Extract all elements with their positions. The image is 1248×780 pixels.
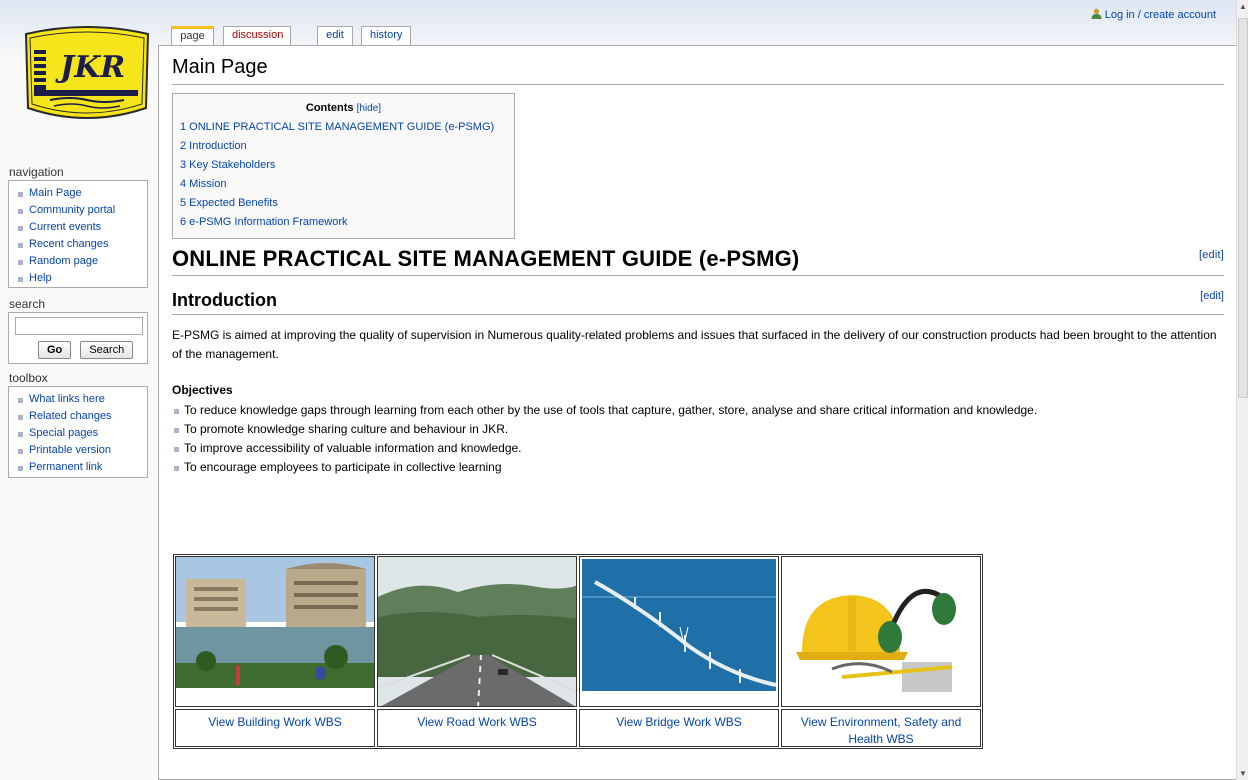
- toc-item[interactable]: 2 Introduction: [180, 140, 247, 152]
- main-content: Main Page Contents [hide] 1 ONLINE PRACT…: [158, 45, 1236, 780]
- scroll-down-arrow-icon[interactable]: ▼: [1239, 769, 1247, 778]
- section-heading-epsmg: ONLINE PRACTICAL SITE MANAGEMENT GUIDE (…: [172, 245, 1224, 276]
- go-button[interactable]: Go: [38, 341, 72, 359]
- road-work-wbs-link[interactable]: View Road Work WBS: [417, 715, 537, 729]
- table-of-contents: Contents [hide] 1 ONLINE PRACTICAL SITE …: [172, 93, 515, 239]
- wbs-image-row: [174, 555, 982, 708]
- toc-item[interactable]: 3 Key Stakeholders: [180, 159, 275, 171]
- list-item: To promote knowledge sharing culture and…: [172, 420, 1224, 439]
- scroll-up-arrow-icon[interactable]: ▲: [1239, 2, 1247, 11]
- toolbox-what-links-here[interactable]: What links here: [17, 391, 147, 408]
- user-icon: [1091, 8, 1102, 19]
- toolbox-printable-version[interactable]: Printable version: [17, 442, 147, 459]
- section-heading-introduction: Introduction [edit]: [172, 288, 1224, 315]
- nav-item-label[interactable]: Recent changes: [29, 238, 109, 250]
- navigation-heading: navigation: [9, 165, 64, 179]
- toc-item[interactable]: 5 Expected Benefits: [180, 197, 278, 209]
- personal-tools: Log in / create account: [1091, 8, 1216, 21]
- search-heading: search: [9, 297, 46, 311]
- objectives-heading: Objectives: [172, 383, 233, 397]
- nav-item-recent-changes[interactable]: Recent changes: [17, 236, 147, 253]
- toolbox-item-label[interactable]: Permanent link: [29, 461, 102, 473]
- nav-item-main-page[interactable]: Main Page: [17, 185, 147, 202]
- nav-item-label[interactable]: Random page: [29, 255, 98, 267]
- search-button[interactable]: Search: [80, 341, 134, 359]
- tab-discussion[interactable]: discussion: [223, 26, 291, 45]
- nav-item-help[interactable]: Help: [17, 270, 147, 287]
- logo-text: JKR: [60, 50, 126, 85]
- nav-item-label[interactable]: Help: [29, 272, 52, 284]
- environment-safety-image[interactable]: [781, 556, 981, 707]
- nav-item-label[interactable]: Community portal: [29, 204, 115, 216]
- nav-item-current-events[interactable]: Current events: [17, 219, 147, 236]
- tab-edit[interactable]: edit: [317, 26, 353, 45]
- site-logo[interactable]: JKR: [20, 24, 154, 132]
- toolbox-related-changes[interactable]: Related changes: [17, 408, 147, 425]
- objectives-list: To reduce knowledge gaps through learnin…: [172, 401, 1224, 477]
- page-title: Main Page: [172, 54, 1224, 85]
- toc-item[interactable]: 6 e-PSMG Information Framework: [180, 216, 348, 228]
- nav-item-label[interactable]: Main Page: [29, 187, 82, 199]
- bridge-work-wbs-link[interactable]: View Bridge Work WBS: [616, 715, 742, 729]
- list-item: To encourage employees to participate in…: [172, 458, 1224, 477]
- toolbox-item-label[interactable]: Related changes: [29, 410, 112, 422]
- search-portlet: Go Search: [8, 312, 148, 364]
- nav-item-community-portal[interactable]: Community portal: [17, 202, 147, 219]
- edit-section-link[interactable]: [edit]: [1200, 284, 1224, 308]
- toolbox-item-label[interactable]: Printable version: [29, 444, 111, 456]
- toolbox-item-label[interactable]: Special pages: [29, 427, 98, 439]
- toolbox-item-label[interactable]: What links here: [29, 393, 105, 405]
- building-work-image[interactable]: [175, 556, 375, 707]
- edit-section-link[interactable]: [edit]: [1199, 241, 1224, 269]
- nav-item-random-page[interactable]: Random page: [17, 253, 147, 270]
- toc-header: Contents [hide]: [180, 102, 507, 114]
- list-item: To reduce knowledge gaps through learnin…: [172, 401, 1224, 420]
- toolbox-heading: toolbox: [9, 371, 48, 385]
- list-item: To improve accessibility of valuable inf…: [172, 439, 1224, 458]
- wbs-link-row: View Building Work WBS View Road Work WB…: [174, 708, 982, 748]
- tab-history[interactable]: history: [361, 26, 411, 45]
- intro-paragraph: E-PSMG is aimed at improving the quality…: [172, 328, 1217, 361]
- toolbox-permanent-link[interactable]: Permanent link: [17, 459, 147, 476]
- vertical-scrollbar[interactable]: ▲ ▼: [1236, 0, 1248, 780]
- toc-hide-link[interactable]: [hide]: [357, 103, 381, 114]
- building-work-wbs-link[interactable]: View Building Work WBS: [208, 715, 342, 729]
- toolbox-portlet: What links here Related changes Special …: [8, 386, 148, 478]
- wbs-table: View Building Work WBS View Road Work WB…: [173, 554, 983, 749]
- search-input[interactable]: [15, 317, 143, 335]
- environment-safety-health-wbs-link[interactable]: View Environment, Safety and Health WBS: [801, 715, 962, 746]
- login-link[interactable]: Log in / create account: [1105, 9, 1216, 21]
- bridge-work-image[interactable]: [579, 556, 779, 707]
- scrollbar-thumb[interactable]: [1238, 18, 1248, 398]
- section-heading-text: Introduction: [172, 290, 277, 310]
- navigation-portlet: Main Page Community portal Current event…: [8, 180, 148, 288]
- toc-item[interactable]: 1 ONLINE PRACTICAL SITE MANAGEMENT GUIDE…: [180, 121, 494, 133]
- tab-page[interactable]: page: [171, 26, 214, 45]
- toolbox-special-pages[interactable]: Special pages: [17, 425, 147, 442]
- section-heading-text: ONLINE PRACTICAL SITE MANAGEMENT GUIDE (…: [172, 246, 800, 271]
- nav-item-label[interactable]: Current events: [29, 221, 101, 233]
- road-work-image[interactable]: [377, 556, 577, 707]
- toc-title: Contents: [305, 102, 354, 114]
- toc-item[interactable]: 4 Mission: [180, 178, 226, 190]
